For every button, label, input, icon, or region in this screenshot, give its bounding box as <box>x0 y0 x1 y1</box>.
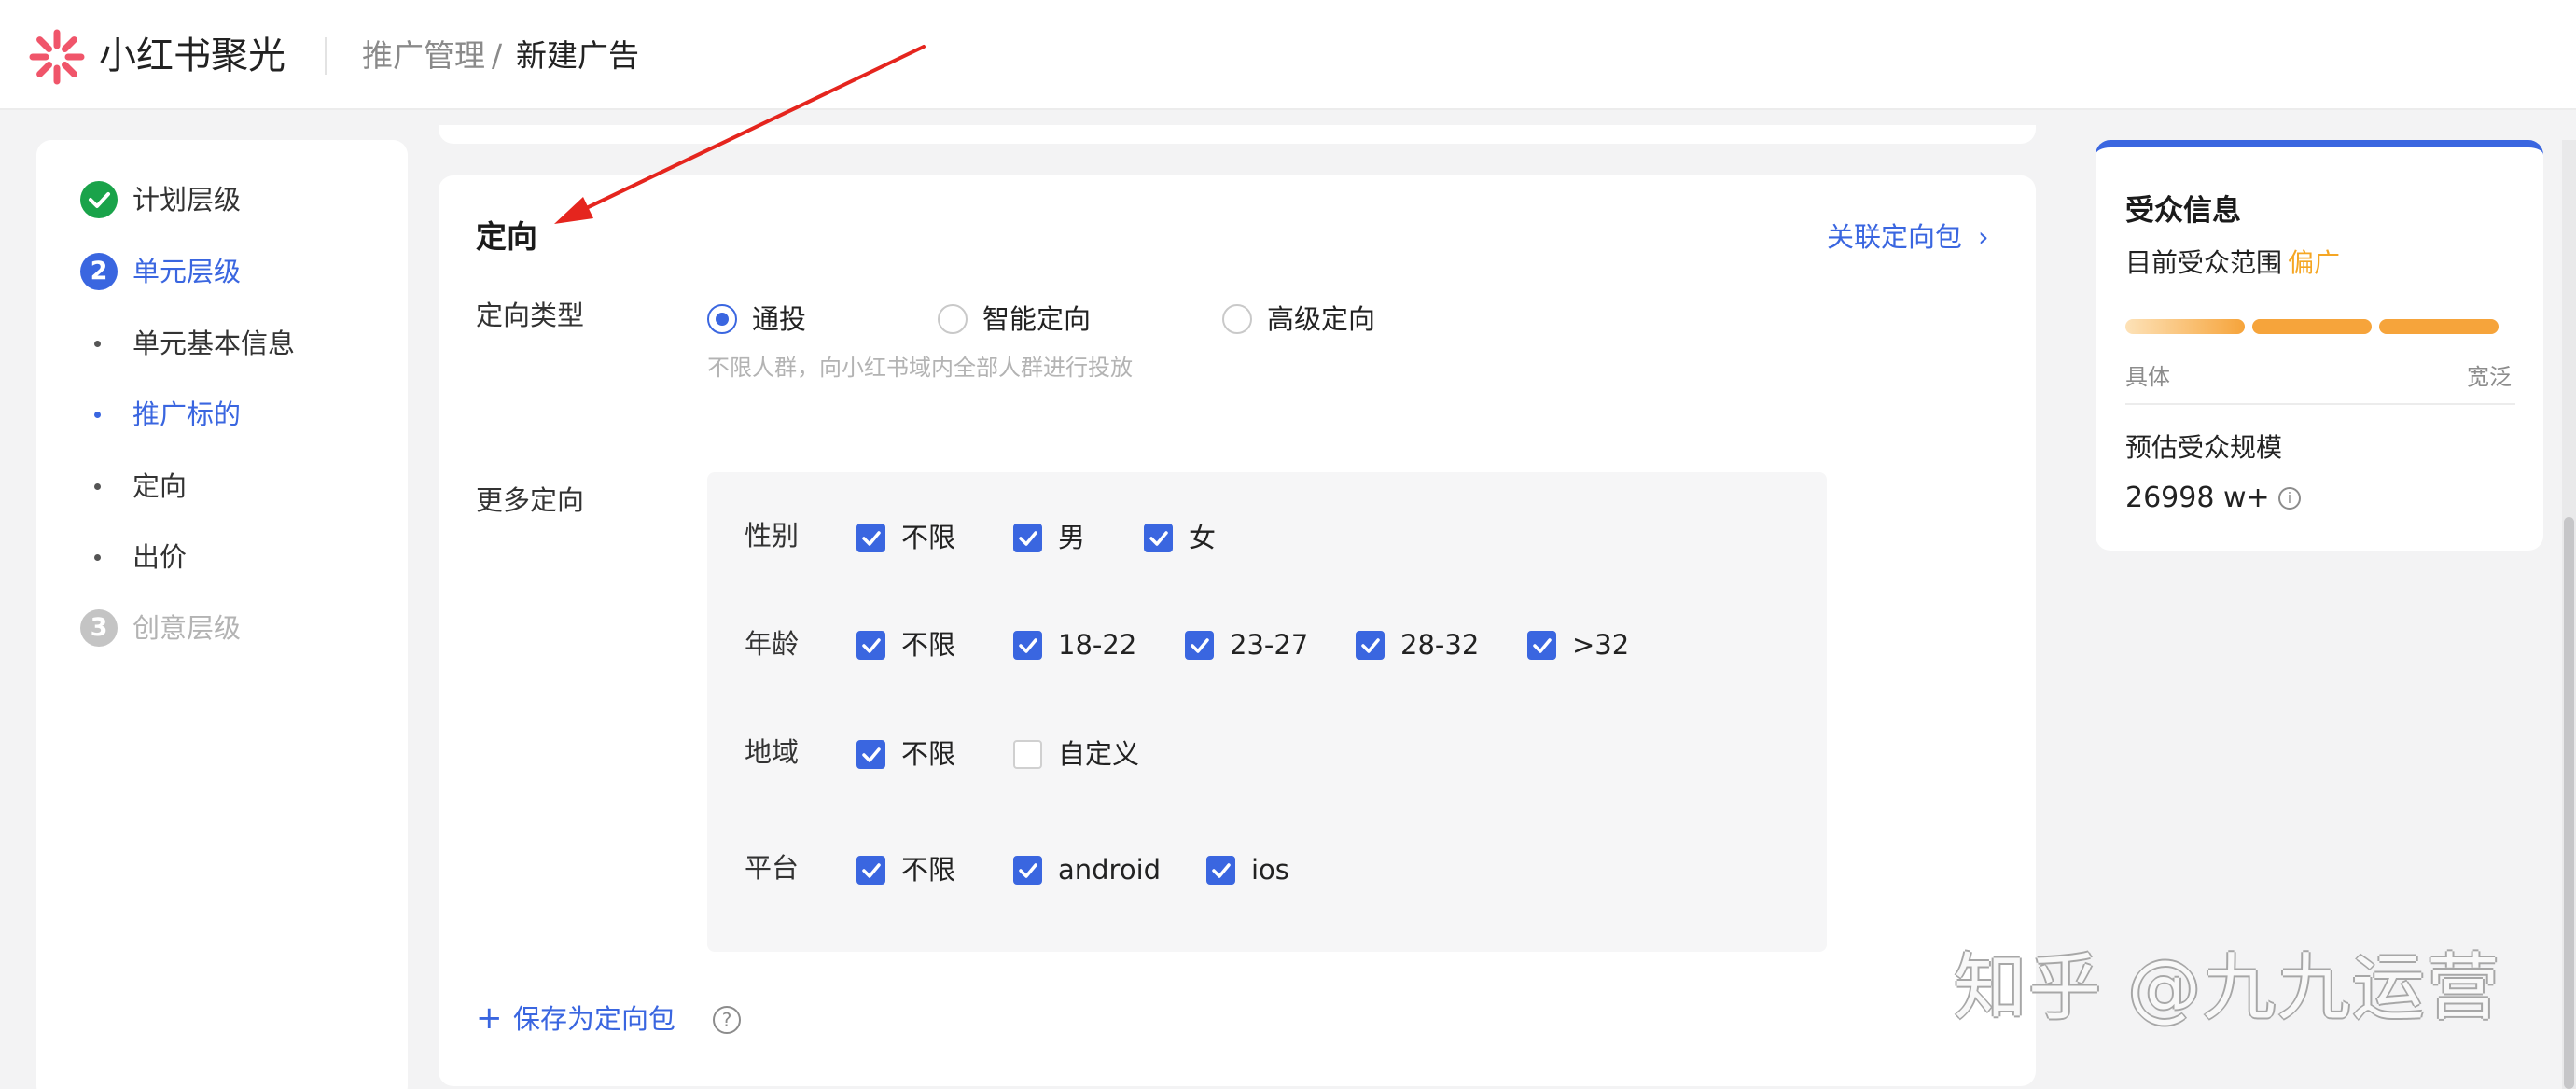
scrollbar-thumb[interactable] <box>2564 517 2574 1089</box>
radio-circle[interactable] <box>707 304 737 334</box>
checkbox-icon[interactable] <box>1144 524 1173 552</box>
step-targeting[interactable]: 定向 <box>36 462 408 510</box>
audience-range-value: 偏广 <box>2288 247 2341 278</box>
checkbox-label: 23-27 <box>1230 629 1309 661</box>
radio-circle[interactable] <box>1222 304 1252 334</box>
info-icon[interactable]: i <box>2278 487 2301 510</box>
breadcrumb-separator: / <box>492 37 503 74</box>
step-plan-level[interactable]: 计划层级 <box>36 175 408 224</box>
previous-card-edge <box>439 125 2036 144</box>
audience-info-panel: 受众信息 目前受众范围 偏广 具体 宽泛 预估受众规模 26998 w+ i <box>2096 140 2543 551</box>
chevron-right-icon[interactable]: › <box>1978 218 1989 256</box>
range-bar-segment <box>2379 319 2499 334</box>
more-targeting-label: 更多定向 <box>476 484 585 516</box>
targeting-card: 定向 关联定向包 › 定向类型 通投 智能定向 高级定向 不限人群，向小红书域内… <box>439 175 2036 1086</box>
section-title: 定向 <box>476 218 537 255</box>
bullet-dot <box>94 412 101 418</box>
checkbox-icon[interactable] <box>1356 631 1385 660</box>
checkbox-label: >32 <box>1572 629 1630 661</box>
step-unit-basic-info[interactable]: 单元基本信息 <box>36 319 408 368</box>
checkbox-label: 不限 <box>901 522 956 553</box>
checkbox-icon[interactable] <box>1527 631 1556 660</box>
watermark: 知乎 @九九运营 <box>1954 946 2501 1030</box>
checkbox-icon[interactable] <box>856 524 885 552</box>
step-label: 计划层级 <box>132 184 242 216</box>
checkbox-label: 不限 <box>901 854 956 886</box>
help-icon[interactable]: ? <box>713 1006 741 1034</box>
checkbox-label: 18-22 <box>1058 629 1137 661</box>
checkbox-label: 不限 <box>901 738 956 770</box>
checkbox-icon[interactable] <box>856 740 885 769</box>
audience-range-label: 目前受众范围 <box>2125 247 2283 278</box>
group-label-age: 年龄 <box>745 628 800 660</box>
step-promotion-target[interactable]: 推广标的 <box>36 390 408 439</box>
step-label: 推广标的 <box>132 398 242 430</box>
checkbox-icon[interactable] <box>1206 856 1235 885</box>
group-label-region: 地域 <box>745 736 800 768</box>
scale-min-label: 具体 <box>2125 364 2170 390</box>
checkbox-icon[interactable] <box>1013 740 1042 769</box>
step-unit-level[interactable]: 2 单元层级 <box>36 247 408 296</box>
range-bar-segment <box>2252 319 2372 334</box>
checkbox-label: 女 <box>1189 522 1217 553</box>
checkbox-icon[interactable] <box>1185 631 1214 660</box>
step-number-badge: 3 <box>80 609 118 647</box>
breadcrumb-current: 新建广告 <box>516 37 639 74</box>
checkbox-icon[interactable] <box>856 631 885 660</box>
audience-title: 受众信息 <box>2125 194 2241 228</box>
step-label: 出价 <box>132 541 188 573</box>
radio-label: 智能定向 <box>982 303 1092 335</box>
radio-label: 通投 <box>752 303 807 335</box>
link-targeting-pack[interactable]: 关联定向包 <box>1827 218 1962 256</box>
range-bar-segment <box>2125 319 2245 334</box>
step-label: 单元层级 <box>132 256 242 287</box>
checkbox-icon[interactable] <box>1013 856 1042 885</box>
step-creative-level[interactable]: 3 创意层级 <box>36 604 408 652</box>
step-label: 单元基本信息 <box>132 328 296 359</box>
scale-max-label: 宽泛 <box>2467 364 2512 390</box>
logo-text[interactable]: 小红书聚光 <box>99 30 285 82</box>
checkbox-label: 不限 <box>901 629 956 661</box>
step-label: 创意层级 <box>132 612 242 644</box>
divider <box>2125 403 2515 405</box>
checkbox-label: android <box>1058 854 1162 886</box>
group-label-gender: 性别 <box>745 520 800 551</box>
radio-circle[interactable] <box>938 304 968 334</box>
bullet-dot <box>94 554 101 561</box>
checkbox-icon[interactable] <box>856 856 885 885</box>
top-header: 小红书聚光 推广管理 / 新建广告 <box>0 0 2576 110</box>
estimate-value: 26998 w+ <box>2125 482 2270 514</box>
bullet-dot <box>94 483 101 490</box>
checkbox-icon[interactable] <box>1013 631 1042 660</box>
steps-panel: 计划层级 2 单元层级 单元基本信息 推广标的 定向 出价 3 创意层级 <box>36 140 408 1089</box>
save-targeting-pack-label: 保存为定向包 <box>513 1003 676 1035</box>
bullet-dot <box>94 341 101 347</box>
checkbox-label: 28-32 <box>1400 629 1480 661</box>
breadcrumb-parent[interactable]: 推广管理 <box>362 35 485 77</box>
estimate-label: 预估受众规模 <box>2125 432 2283 463</box>
checkbox-label: ios <box>1251 854 1289 886</box>
checkbox-icon[interactable] <box>1013 524 1042 552</box>
check-circle-icon <box>80 181 118 218</box>
step-bidding[interactable]: 出价 <box>36 533 408 581</box>
checkbox-label: 自定义 <box>1058 738 1140 770</box>
radio-label: 高级定向 <box>1267 303 1376 335</box>
targeting-type-hint: 不限人群，向小红书域内全部人群进行投放 <box>707 355 1133 381</box>
checkbox-label: 男 <box>1058 522 1086 553</box>
header-divider <box>325 37 327 75</box>
logo-icon <box>29 29 85 85</box>
plus-icon: + <box>476 999 503 1037</box>
step-label: 定向 <box>132 470 188 502</box>
more-targeting-box: 性别 不限 男 女 年龄 不限 18-22 23-27 28-32 >32 地域… <box>707 472 1827 952</box>
group-label-platform: 平台 <box>745 852 800 884</box>
step-number-badge: 2 <box>80 253 118 290</box>
targeting-type-label: 定向类型 <box>476 300 585 331</box>
